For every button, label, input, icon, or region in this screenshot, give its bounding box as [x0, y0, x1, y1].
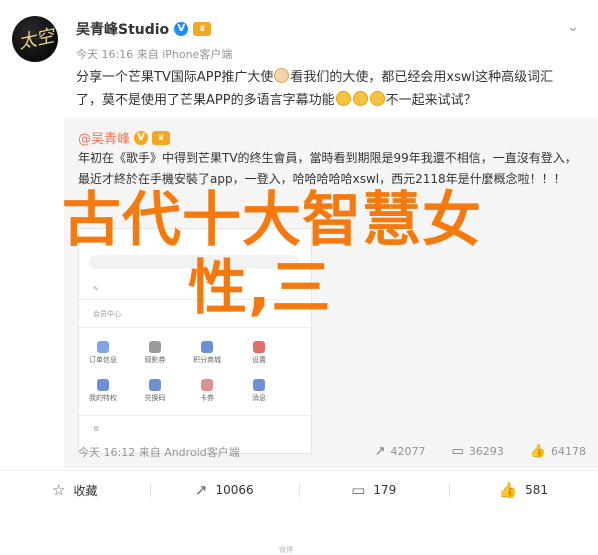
tongue-emoji-icon	[353, 91, 368, 106]
phone-grid-item: 积分商城	[187, 341, 227, 365]
comment-icon: ▭	[351, 481, 365, 499]
ticket-icon	[149, 341, 161, 353]
repost-meta: 今天 16:12 来自 Android客户端	[78, 444, 240, 460]
coupon-icon	[201, 379, 213, 391]
weibo-post: 太空 吴青峰Studio V ♛ 今天 16:16 来自 iPhone客户端 ⌄…	[0, 0, 598, 508]
avatar[interactable]: 太空	[12, 16, 58, 62]
phone-grid-label: 卡券	[200, 394, 214, 402]
watermark: 微博	[279, 545, 293, 555]
comment-count-value: 36293	[469, 445, 504, 458]
points-icon	[201, 341, 213, 353]
verified-icon: V	[174, 22, 188, 36]
overlay-title-line2: 性,三	[188, 254, 488, 322]
comment-icon: ▭	[452, 444, 464, 459]
phone-divider	[79, 327, 311, 328]
phone-grid-label: 消息	[252, 394, 266, 402]
phone-grid-item: 卡券	[187, 379, 227, 403]
action-bar: ☆ 收藏 ↗ 10066 ▭ 179 👍 581	[0, 470, 598, 509]
phone-grid-label: 设置	[252, 356, 266, 364]
like-count[interactable]: 👍 64178	[530, 444, 586, 459]
tongue-emoji-icon	[336, 91, 351, 106]
phone-grid-item: 设置	[239, 341, 279, 365]
author-name[interactable]: 吴青峰Studio	[76, 19, 169, 39]
phone-grid-label: 兑换码	[145, 394, 166, 402]
phone-settings-label: ⚙	[93, 425, 99, 433]
chevron-down-icon[interactable]: ⌄	[564, 18, 582, 36]
repost-count[interactable]: ↗ 42077	[375, 444, 426, 459]
comment-button-count: 179	[373, 483, 396, 497]
repost-author-name[interactable]: @吴青峰	[78, 128, 130, 147]
repost-footer: 今天 16:12 来自 Android客户端 ↗ 42077 ▭ 36293 👍 64…	[78, 444, 586, 462]
dog-emoji-icon	[274, 68, 289, 83]
author-row: 吴青峰Studio V ♛	[76, 20, 211, 38]
like-button[interactable]: 👍 581	[449, 471, 598, 509]
thumbs-up-icon: 👍	[530, 444, 546, 459]
phone-grid-item: 观影券	[135, 341, 175, 365]
phone-vip-label: 会员中心	[93, 309, 121, 319]
vip-icon: ♛	[152, 131, 170, 145]
phone-list-label: ✎	[93, 285, 99, 293]
like-button-count: 581	[525, 483, 548, 497]
share-icon: ↗	[195, 481, 208, 499]
repost-button[interactable]: ↗ 10066	[150, 471, 300, 509]
repost-author-row: @吴青峰 V ♛	[78, 128, 170, 147]
privilege-icon	[97, 379, 109, 391]
favorite-button[interactable]: ☆ 收藏	[0, 471, 150, 509]
comment-button[interactable]: ▭ 179	[299, 471, 449, 509]
like-count-value: 64178	[551, 445, 586, 458]
post-text-part: 分享一个芒果TV国际APP推广大使	[76, 70, 273, 85]
phone-grid-label: 积分商城	[193, 356, 221, 364]
vip-icon: ♛	[193, 22, 211, 36]
code-icon	[149, 379, 161, 391]
overlay-title-line1: 古代十大智慧女	[62, 186, 542, 254]
phone-grid-label: 我的特权	[89, 394, 117, 402]
thumbs-up-icon: 👍	[498, 481, 517, 499]
favorite-label: 收藏	[73, 482, 97, 499]
repost-count-value: 42077	[391, 445, 426, 458]
phone-divider	[79, 415, 311, 416]
phone-grid-item: 订单信息	[83, 341, 123, 365]
message-icon	[253, 379, 265, 391]
post-header: 太空 吴青峰Studio V ♛ 今天 16:16 来自 iPhone客户端 ⌄	[0, 0, 598, 70]
phone-grid-label: 观影券	[145, 356, 166, 364]
order-icon	[97, 341, 109, 353]
tongue-emoji-icon	[370, 91, 385, 106]
phone-grid-label: 订单信息	[89, 356, 117, 364]
settings-icon	[253, 341, 265, 353]
post-text: 分享一个芒果TV国际APP推广大使看我们的大使，都已经会用xswl这种高级词汇了…	[76, 66, 576, 112]
repost-button-count: 10066	[215, 483, 253, 497]
post-text-part: 不一起来试试？	[386, 93, 477, 108]
phone-grid-item: 我的特权	[83, 379, 123, 403]
verified-icon: V	[134, 131, 148, 145]
comment-count[interactable]: ▭ 36293	[452, 444, 504, 459]
phone-grid-item: 兑换码	[135, 379, 175, 403]
star-icon: ☆	[52, 481, 65, 499]
repost-text: 年初在《歌手》中得到芒果TV的终生會員，當時看到期限是99年我還不相信，一直沒有…	[78, 148, 580, 190]
share-icon: ↗	[375, 444, 386, 459]
post-meta: 今天 16:16 来自 iPhone客户端	[76, 46, 232, 62]
phone-grid-item: 消息	[239, 379, 279, 403]
repost-stats: ↗ 42077 ▭ 36293 👍 64178	[375, 444, 586, 459]
avatar-text: 太空	[16, 22, 57, 55]
